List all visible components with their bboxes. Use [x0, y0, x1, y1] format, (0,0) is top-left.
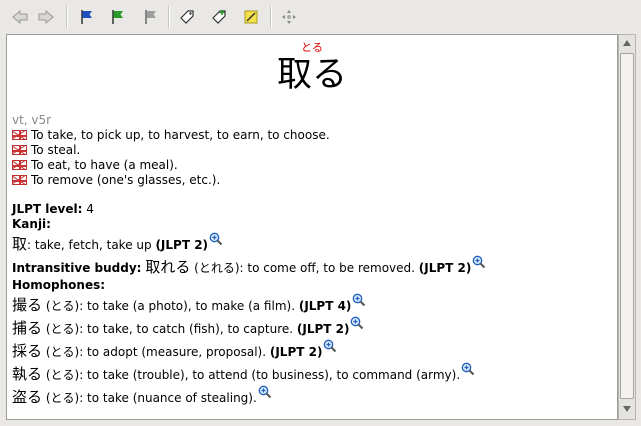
- homophone-item: 盗る (とる): to take (nuance of stealing).: [12, 385, 613, 408]
- uk-flag-icon: [12, 129, 27, 141]
- zoom-in-icon[interactable]: [258, 385, 272, 399]
- headword: 取る: [276, 55, 347, 95]
- zoom-in-icon[interactable]: [350, 316, 364, 330]
- kanji-item: 取: take, fetch, take up (JLPT 2): [12, 232, 613, 255]
- homophone-word[interactable]: 執る: [12, 365, 42, 383]
- kanji-label: Kanji:: [12, 217, 51, 231]
- homophone-item: 採る (とる): to adopt (measure, proposal). (…: [12, 339, 613, 362]
- uk-flag-icon: [12, 174, 27, 186]
- scrollbar-thumb[interactable]: [620, 53, 634, 399]
- homophone-item: 捕る (とる): to take, to catch (fish), to ca…: [12, 316, 613, 339]
- jlpt-label: JLPT level:: [12, 202, 83, 216]
- homophone-word[interactable]: 採る: [12, 342, 42, 360]
- tag-add-icon: [212, 10, 226, 24]
- buddy-meaning: (とれる): to come off, to be removed.: [190, 261, 419, 275]
- zoom-in-icon[interactable]: [323, 339, 337, 353]
- note-icon: [244, 10, 258, 24]
- move-button[interactable]: [278, 6, 300, 28]
- homophone-word[interactable]: 盗る: [12, 388, 42, 406]
- tag-icon: [180, 10, 194, 24]
- flag-blue-icon: [81, 10, 92, 24]
- sense-text: To eat, to have (a meal).: [31, 158, 178, 172]
- homophone-meaning: (とる): to take (trouble), to attend (to b…: [42, 368, 461, 382]
- jlpt-value: 4: [86, 202, 94, 216]
- toolbar-separator: [168, 6, 170, 28]
- homophone-item: 執る (とる): to take (trouble), to attend (t…: [12, 362, 613, 385]
- kanji-meaning: : take, fetch, take up: [27, 238, 156, 252]
- zoom-in-icon[interactable]: [209, 232, 223, 246]
- sense-text: To steal.: [31, 143, 81, 157]
- jlpt-level: JLPT level: 4: [12, 202, 613, 217]
- toolbar: [0, 0, 641, 33]
- kanji-char[interactable]: 取: [12, 235, 27, 253]
- sense-line: To remove (one's glasses, etc.).: [12, 173, 613, 188]
- toolbar-separator: [270, 6, 272, 28]
- arrow-down-icon: [623, 406, 631, 412]
- sense-text: To remove (one's glasses, etc.).: [31, 173, 221, 187]
- back-button[interactable]: [9, 6, 31, 28]
- jlpt-badge: (JLPT 2): [418, 261, 472, 275]
- sense-line: To eat, to have (a meal).: [12, 158, 613, 173]
- homophone-meaning: (とる): to take (nuance of stealing).: [42, 391, 257, 405]
- flag-green-button[interactable]: [107, 6, 129, 28]
- forward-button[interactable]: [35, 6, 57, 28]
- homophone-meaning: (とる): to take (a photo), to make (a film…: [42, 299, 299, 313]
- jlpt-badge: (JLPT 2): [269, 345, 323, 359]
- entry-body: vt, v5r To take, to pick up, to harvest,…: [12, 113, 613, 408]
- flag-green-icon: [112, 10, 123, 24]
- uk-flag-icon: [12, 159, 27, 171]
- entry-view[interactable]: とる 取る vt, v5r To take, to pick up, to ha…: [6, 34, 618, 420]
- flag-gray-button[interactable]: [140, 6, 162, 28]
- vertical-scrollbar[interactable]: [618, 34, 636, 420]
- sense-text: To take, to pick up, to harvest, to earn…: [31, 128, 330, 142]
- homophone-item: 撮る (とる): to take (a photo), to make (a f…: [12, 293, 613, 316]
- zoom-in-icon[interactable]: [352, 293, 366, 307]
- jlpt-badge: (JLPT 2): [155, 238, 209, 252]
- arrow-right-icon: [38, 10, 54, 24]
- scroll-down-button[interactable]: [619, 401, 635, 417]
- tag-add-button[interactable]: [208, 6, 230, 28]
- note-button[interactable]: [240, 6, 262, 28]
- flag-gray-icon: [145, 10, 156, 24]
- homophone-word[interactable]: 撮る: [12, 296, 42, 314]
- part-of-speech: vt, v5r: [12, 113, 52, 127]
- sense-line: To steal.: [12, 143, 613, 158]
- arrow-left-icon: [12, 10, 28, 24]
- sense-line: To take, to pick up, to harvest, to earn…: [12, 128, 613, 143]
- kanji-heading: Kanji:: [12, 217, 613, 232]
- homophones-heading: Homophones:: [12, 278, 613, 293]
- tag-button[interactable]: [176, 6, 198, 28]
- move-icon: [282, 10, 296, 24]
- homophones-label: Homophones:: [12, 278, 106, 292]
- scroll-up-button[interactable]: [619, 35, 635, 51]
- arrow-up-icon: [623, 40, 631, 46]
- flag-blue-button[interactable]: [76, 6, 98, 28]
- jlpt-badge: (JLPT 2): [296, 322, 350, 336]
- zoom-in-icon[interactable]: [461, 362, 475, 376]
- homophone-word[interactable]: 捕る: [12, 319, 42, 337]
- uk-flag-icon: [12, 144, 27, 156]
- zoom-in-icon[interactable]: [472, 255, 486, 269]
- intransitive-buddy: Intransitive buddy: 取れる (とれる): to come o…: [12, 255, 613, 278]
- buddy-word[interactable]: 取れる: [145, 258, 190, 276]
- toolbar-separator: [66, 6, 68, 28]
- jlpt-badge: (JLPT 4): [298, 299, 352, 313]
- homophone-meaning: (とる): to adopt (measure, proposal).: [42, 345, 270, 359]
- buddy-label: Intransitive buddy:: [12, 261, 142, 275]
- homophone-meaning: (とる): to take, to catch (fish), to captu…: [42, 322, 297, 336]
